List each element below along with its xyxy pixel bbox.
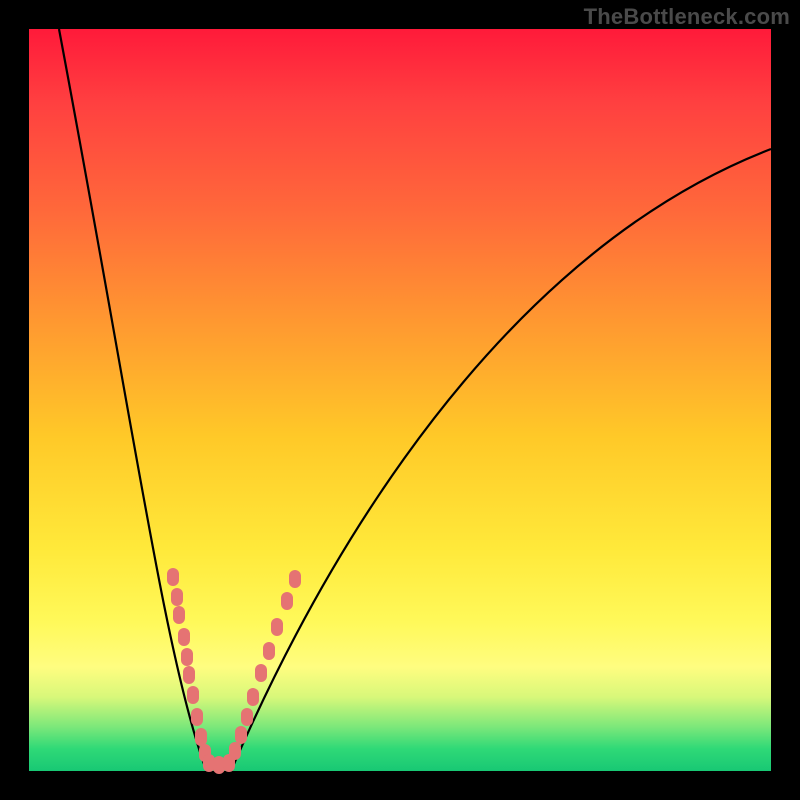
marker-dot xyxy=(183,666,195,684)
marker-dot xyxy=(191,708,203,726)
marker-dot xyxy=(229,742,241,760)
bottleneck-curve xyxy=(59,29,771,768)
marker-dot xyxy=(241,708,253,726)
marker-dot xyxy=(255,664,267,682)
marker-dot xyxy=(195,728,207,746)
marker-dot xyxy=(167,568,179,586)
marker-dot xyxy=(263,642,275,660)
marker-dot xyxy=(171,588,183,606)
marker-dot xyxy=(181,648,193,666)
marker-dot xyxy=(235,726,247,744)
watermark-text: TheBottleneck.com xyxy=(584,4,790,30)
plot-area xyxy=(29,29,771,771)
marker-dot xyxy=(178,628,190,646)
marker-dot xyxy=(289,570,301,588)
marker-dot xyxy=(173,606,185,624)
marker-dot xyxy=(271,618,283,636)
marker-dot xyxy=(281,592,293,610)
marker-dot xyxy=(187,686,199,704)
marker-group xyxy=(167,568,301,774)
chart-svg xyxy=(29,29,771,771)
marker-dot xyxy=(247,688,259,706)
